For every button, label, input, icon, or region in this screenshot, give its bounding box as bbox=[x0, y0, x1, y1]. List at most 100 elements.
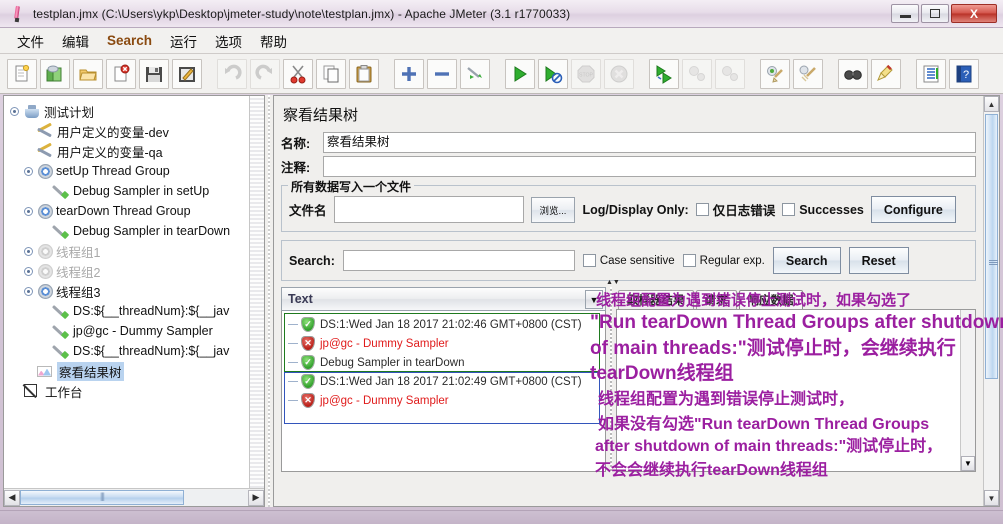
errors-only-checkbox[interactable] bbox=[695, 203, 709, 216]
tree-node-udv-qa[interactable]: 用户定义的变量-qa bbox=[4, 141, 249, 161]
tree-node-thread-group-3[interactable]: 线程组3 bbox=[4, 281, 249, 301]
name-input[interactable]: 察看结果树 bbox=[323, 132, 976, 153]
open-icon[interactable] bbox=[73, 58, 103, 89]
tree-node-dummy-sampler[interactable]: jp@gc - Dummy Sampler bbox=[4, 321, 249, 341]
tree-node-label: 察看结果树 bbox=[57, 361, 124, 381]
view-results-tree-icon bbox=[36, 363, 54, 380]
scroll-right-arrow[interactable]: ▶ bbox=[248, 489, 264, 506]
tree-node-thread-group-1[interactable]: 线程组1 bbox=[4, 241, 249, 261]
save-icon[interactable] bbox=[139, 58, 169, 89]
tree-node-ds-sampler-1[interactable]: DS:${__threadNum}:${__jav bbox=[4, 301, 249, 321]
menu-edit[interactable]: 编辑 bbox=[53, 28, 98, 54]
filename-input[interactable] bbox=[333, 196, 524, 223]
expander-icon[interactable] bbox=[24, 266, 33, 276]
clear-icon[interactable] bbox=[760, 58, 790, 89]
sampler-results-tree[interactable]: ✓ DS:1:Wed Jan 18 2017 21:02:46 GMT+0800… bbox=[281, 311, 606, 472]
new-icon[interactable] bbox=[7, 58, 37, 89]
main-splitter-handle[interactable] bbox=[265, 95, 273, 507]
tree-node-debug-sampler-setup[interactable]: Debug Sampler in setUp bbox=[4, 181, 249, 201]
tree-horizontal-scrollbar[interactable]: ◀ ▶ bbox=[4, 488, 264, 506]
title-bar: testplan.jmx (C:\Users\ykp\Desktop\jmete… bbox=[0, 0, 1003, 28]
reset-search-icon[interactable] bbox=[871, 58, 901, 89]
result-row[interactable]: ✓ Debug Sampler in tearDown bbox=[282, 353, 605, 372]
copy-icon[interactable] bbox=[316, 58, 346, 89]
tree-node-workbench[interactable]: 工作台 bbox=[4, 381, 249, 401]
start-remote-all-icon[interactable] bbox=[649, 58, 679, 89]
successes-checkbox-wrap[interactable]: Successes bbox=[782, 203, 864, 217]
tab-sampler-result[interactable]: 取样器结果 bbox=[618, 290, 694, 309]
successes-label: Successes bbox=[799, 202, 864, 217]
menu-file[interactable]: 文件 bbox=[8, 28, 53, 54]
clear-all-icon[interactable] bbox=[793, 58, 823, 89]
tree-vertical-scrollbar[interactable] bbox=[249, 96, 264, 506]
search-button[interactable]: Search bbox=[772, 247, 841, 274]
menu-run[interactable]: 运行 bbox=[161, 28, 206, 54]
tab-request[interactable]: 请求 bbox=[695, 290, 737, 309]
result-row[interactable]: ✕ jp@gc - Dummy Sampler bbox=[282, 391, 605, 410]
scroll-down-arrow[interactable]: ▼ bbox=[984, 490, 999, 506]
expander-icon[interactable] bbox=[24, 246, 33, 256]
search-icon[interactable] bbox=[838, 58, 868, 89]
result-row[interactable]: ✓ DS:1:Wed Jan 18 2017 21:02:46 GMT+0800… bbox=[282, 315, 605, 334]
tab-response-data[interactable]: 响应数据 bbox=[738, 290, 803, 309]
scroll-thumb[interactable] bbox=[985, 114, 998, 379]
expander-icon[interactable] bbox=[24, 206, 33, 216]
expander-icon[interactable] bbox=[10, 106, 19, 116]
close-icon[interactable] bbox=[106, 58, 136, 89]
tree-node-view-results-tree[interactable]: 察看结果树 bbox=[4, 361, 249, 381]
tree-node-label: 用户定义的变量-dev bbox=[57, 125, 169, 140]
toggle-icon[interactable] bbox=[460, 58, 490, 89]
tree-node-ds-sampler-2[interactable]: DS:${__threadNum}:${__jav bbox=[4, 341, 249, 361]
tree-node-udv-dev[interactable]: 用户定义的变量-dev bbox=[4, 121, 249, 141]
tree-node-teardown-thread-group[interactable]: tearDown Thread Group bbox=[4, 201, 249, 221]
menu-options[interactable]: 选项 bbox=[206, 28, 251, 54]
maximize-button[interactable] bbox=[921, 4, 949, 23]
tree-node-thread-group-2[interactable]: 线程组2 bbox=[4, 261, 249, 281]
test-plan-tree[interactable]: 测试计划 用户定义的变量-dev 用户定义的变量-qa setUp Thread… bbox=[4, 96, 249, 488]
case-sensitive-checkbox-wrap[interactable]: Case sensitive bbox=[582, 254, 675, 267]
renderer-combo[interactable]: Text ▼ bbox=[281, 287, 606, 311]
regular-exp-checkbox-wrap[interactable]: Regular exp. bbox=[682, 254, 765, 267]
browse-button[interactable]: 浏览... bbox=[530, 196, 576, 223]
successes-checkbox[interactable] bbox=[782, 203, 796, 216]
start-no-pauses-icon[interactable] bbox=[538, 58, 568, 89]
menu-search[interactable]: Search bbox=[98, 30, 161, 51]
scroll-left-arrow[interactable]: ◀ bbox=[4, 489, 20, 506]
response-data-panel[interactable]: ▼ bbox=[616, 309, 976, 472]
result-row[interactable]: ✓ DS:1:Wed Jan 18 2017 21:02:49 GMT+0800… bbox=[282, 372, 605, 391]
minimize-button[interactable] bbox=[891, 4, 919, 23]
scroll-track[interactable] bbox=[184, 489, 248, 506]
regular-exp-checkbox[interactable] bbox=[682, 254, 696, 267]
menu-help[interactable]: 帮助 bbox=[251, 28, 296, 54]
splitter-arrows-icon[interactable]: ▲▼ bbox=[606, 279, 620, 286]
collapse-all-icon[interactable] bbox=[427, 58, 457, 89]
cut-icon[interactable] bbox=[283, 58, 313, 89]
chevron-down-icon[interactable]: ▼ bbox=[585, 290, 603, 309]
save-as-icon[interactable] bbox=[172, 58, 202, 89]
search-input[interactable] bbox=[342, 250, 575, 271]
results-splitter-handle[interactable]: ▲▼ bbox=[606, 279, 620, 472]
reset-button[interactable]: Reset bbox=[848, 247, 909, 274]
paste-icon[interactable] bbox=[349, 58, 379, 89]
tree-node-setup-thread-group[interactable]: setUp Thread Group bbox=[4, 161, 249, 181]
function-helper-icon[interactable] bbox=[916, 58, 946, 89]
templates-icon[interactable] bbox=[40, 58, 70, 89]
help-icon[interactable]: ? bbox=[949, 58, 979, 89]
case-sensitive-checkbox[interactable] bbox=[582, 254, 596, 267]
result-row[interactable]: ✕ jp@gc - Dummy Sampler bbox=[282, 334, 605, 353]
configure-button[interactable]: Configure bbox=[870, 196, 956, 223]
tree-node-test-plan[interactable]: 测试计划 bbox=[4, 101, 249, 121]
expander-icon[interactable] bbox=[24, 286, 33, 296]
scroll-down-arrow[interactable]: ▼ bbox=[961, 456, 975, 471]
response-scrollbar[interactable]: ▼ bbox=[960, 310, 975, 471]
start-icon[interactable] bbox=[505, 58, 535, 89]
close-button[interactable]: X bbox=[951, 4, 997, 23]
comment-input[interactable] bbox=[323, 156, 976, 177]
errors-only-checkbox-wrap[interactable]: 仅日志错误 bbox=[695, 200, 775, 219]
scroll-thumb[interactable] bbox=[20, 490, 184, 505]
expand-all-icon[interactable] bbox=[394, 58, 424, 89]
expander-icon[interactable] bbox=[24, 166, 33, 176]
scroll-up-arrow[interactable]: ▲ bbox=[984, 96, 999, 112]
tree-node-debug-sampler-teardown[interactable]: Debug Sampler in tearDown bbox=[4, 221, 249, 241]
right-panel-scrollbar[interactable]: ▲ ▼ bbox=[983, 96, 999, 506]
